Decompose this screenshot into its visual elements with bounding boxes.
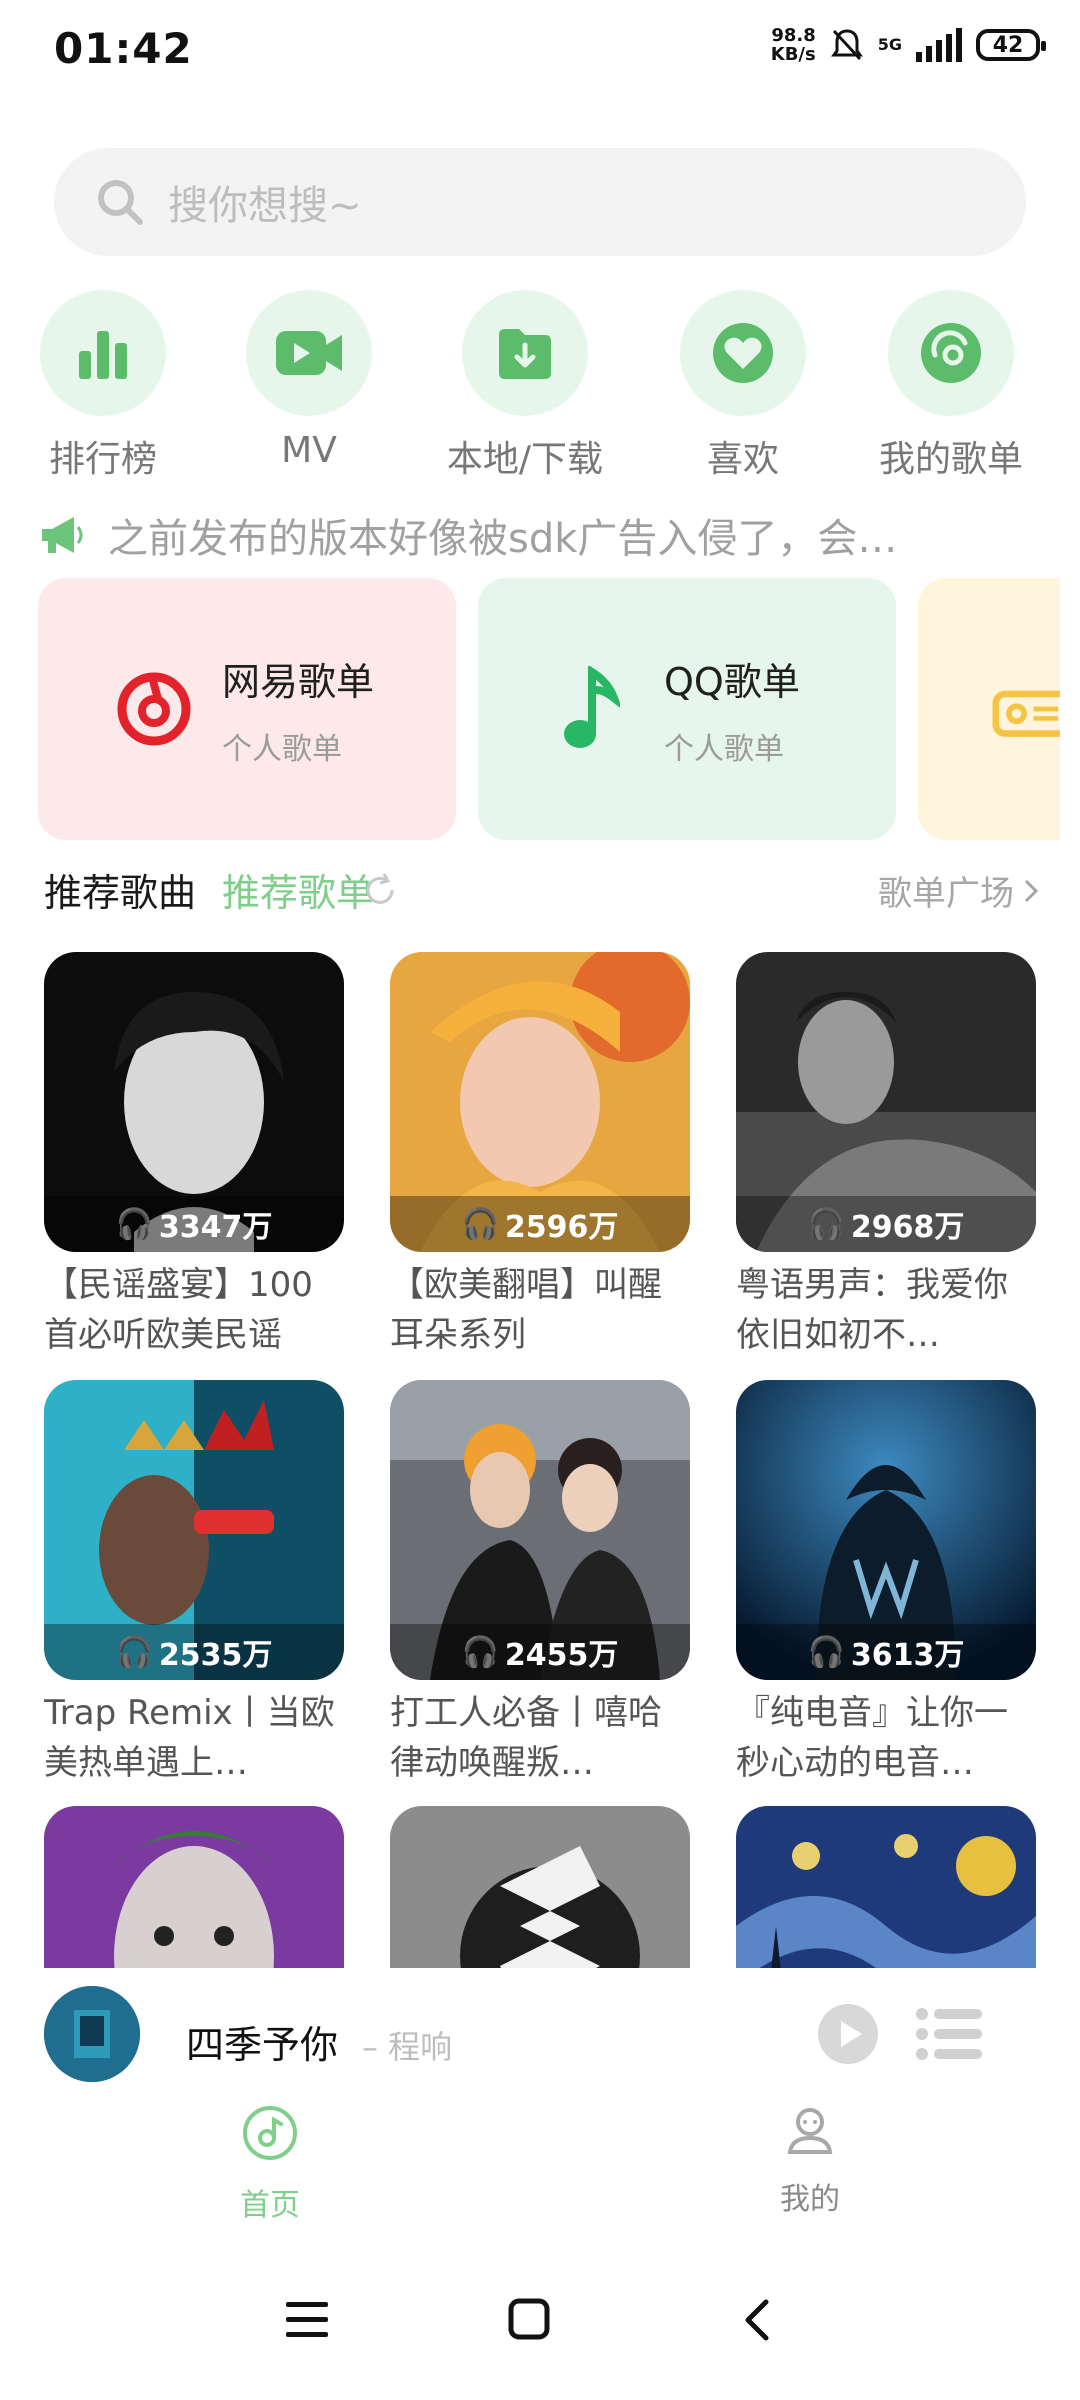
qq-music-note-icon: [564, 666, 620, 748]
card-subtitle: 个人歌单: [222, 731, 342, 767]
home-square-icon[interactable]: [508, 2298, 550, 2340]
playlist-queue-icon[interactable]: [916, 2006, 982, 2062]
now-playing-cover[interactable]: [44, 1986, 140, 2082]
playlist-card[interactable]: 🎧 2455万 打工人必备丨嘻哈律动唤醒叛…: [390, 1380, 690, 1788]
battery-icon: 42: [976, 29, 1046, 61]
playlist-card[interactable]: 🎧 2968万 粤语男声：我爱你依旧如初不…: [736, 952, 1036, 1360]
search-bar[interactable]: 搜你想搜~: [54, 148, 1026, 256]
card-title: 网易歌单: [222, 659, 375, 704]
chevron-right-icon: [1024, 879, 1039, 902]
status-time: 01:42: [54, 24, 193, 73]
headphone-icon: 🎧: [807, 1206, 845, 1242]
system-nav-bar: [0, 2250, 1080, 2400]
signal-icon: [916, 28, 962, 62]
menu-icon[interactable]: [286, 2300, 328, 2340]
playlist-disc-icon: [921, 323, 981, 383]
status-icons: 98.8 KB/s 5G 42: [770, 25, 1046, 65]
card-title: QQ歌单: [664, 659, 800, 704]
playlist-title: Trap Remix丨当欧美热单遇上…: [44, 1693, 335, 1783]
search-icon: [98, 180, 143, 225]
headphone-icon: 🎧: [461, 1206, 499, 1242]
playlist-cover: 🎧 2968万: [736, 952, 1036, 1252]
card-subtitle: 个人歌单: [664, 731, 784, 767]
tab-recommended-songs[interactable]: 推荐歌曲: [44, 862, 196, 917]
refresh-icon[interactable]: [360, 870, 400, 910]
entry-mv[interactable]: MV: [224, 290, 394, 471]
playlist-card[interactable]: 🎧 2535万 Trap Remix丨当欧美热单遇上…: [44, 1380, 344, 1788]
entry-charts[interactable]: 排行榜: [18, 290, 188, 482]
headphone-icon: 🎧: [115, 1206, 153, 1242]
chart-bars-icon: [79, 331, 127, 379]
play-count: 🎧 3613万: [736, 1624, 1036, 1680]
playlist-cover: 🎧 3347万: [44, 952, 344, 1252]
headphone-icon: 🎧: [115, 1634, 153, 1670]
heart-icon: [713, 323, 773, 383]
play-count: 🎧 2535万: [44, 1624, 344, 1680]
search-placeholder: 搜你想搜~: [168, 183, 362, 229]
notice-bar[interactable]: 之前发布的版本好像被sdk广告入侵了，会…: [40, 505, 1040, 565]
playlist-title: 粤语男声：我爱你依旧如初不…: [736, 1265, 1008, 1355]
nav-home-label: 首页: [240, 2188, 300, 2223]
play-count: 🎧 2596万: [390, 1196, 690, 1252]
playlist-cover: 🎧 3613万: [736, 1380, 1036, 1680]
play-count: 🎧 3347万: [44, 1196, 344, 1252]
playlist-card[interactable]: 🎧 2596万 【欧美翻唱】叫醒耳朵系列: [390, 952, 690, 1360]
play-count: 🎧 2968万: [736, 1196, 1036, 1252]
play-button[interactable]: [816, 2002, 880, 2066]
playlist-title: 『纯电音』让你一秒心动的电音…: [736, 1693, 1008, 1783]
notice-text: 之前发布的版本好像被sdk广告入侵了，会…: [108, 516, 898, 562]
bell-muted-icon: [830, 29, 863, 61]
entry-my-playlists[interactable]: 我的歌单: [866, 290, 1036, 482]
entry-favorites[interactable]: 喜欢: [658, 290, 828, 482]
play-count: 🎧 2455万: [390, 1624, 690, 1680]
entry-local-download[interactable]: 本地/下载: [440, 290, 610, 482]
network-speed: 98.8 KB/s: [770, 25, 816, 65]
playlist-title: 【欧美翻唱】叫醒耳朵系列: [390, 1265, 662, 1355]
megaphone-icon: [42, 517, 83, 553]
card-netease-playlist[interactable]: 网易歌单 个人歌单: [38, 578, 456, 840]
card-qq-playlist[interactable]: QQ歌单 个人歌单: [478, 578, 896, 840]
tab-recommended-playlists[interactable]: 推荐歌单: [222, 862, 374, 917]
network-type: 5G: [877, 35, 902, 54]
playlist-cover: 🎧 2596万: [390, 952, 690, 1252]
playlist-card[interactable]: 🎧 3613万 『纯电音』让你一秒心动的电音…: [736, 1380, 1036, 1788]
nav-mine-label: 我的: [780, 2182, 840, 2217]
playlist-square-link[interactable]: 歌单广场: [878, 866, 1040, 915]
nav-mine[interactable]: 我的: [540, 2094, 1080, 2244]
netease-logo-icon: [117, 672, 191, 746]
radio-icon: [992, 690, 1060, 737]
back-icon[interactable]: [742, 2298, 770, 2342]
now-playing-artist: – 程响: [362, 2028, 453, 2066]
download-folder-icon: [499, 329, 551, 379]
user-icon: [787, 2108, 833, 2154]
playlist-cover: 🎧 2455万: [390, 1380, 690, 1680]
playlist-cover: 🎧 2535万: [44, 1380, 344, 1680]
playlist-title: 【民谣盛宴】100首必听欧美民谣: [44, 1265, 313, 1355]
now-playing-title: 四季予你: [186, 2023, 339, 2067]
playlist-card[interactable]: 🎧 3347万 【民谣盛宴】100首必听欧美民谣: [44, 952, 344, 1360]
home-disc-icon: [243, 2106, 297, 2160]
headphone-icon: 🎧: [461, 1634, 499, 1670]
section-tabs: 推荐歌曲 推荐歌单: [44, 862, 400, 917]
headphone-icon: 🎧: [807, 1634, 845, 1670]
mini-player[interactable]: 四季予你 – 程响: [0, 1968, 1080, 2098]
video-camera-icon: [276, 331, 342, 375]
card-radio[interactable]: [918, 578, 1060, 840]
playlist-title: 打工人必备丨嘻哈律动唤醒叛…: [390, 1693, 662, 1783]
nav-home[interactable]: 首页: [0, 2094, 540, 2244]
